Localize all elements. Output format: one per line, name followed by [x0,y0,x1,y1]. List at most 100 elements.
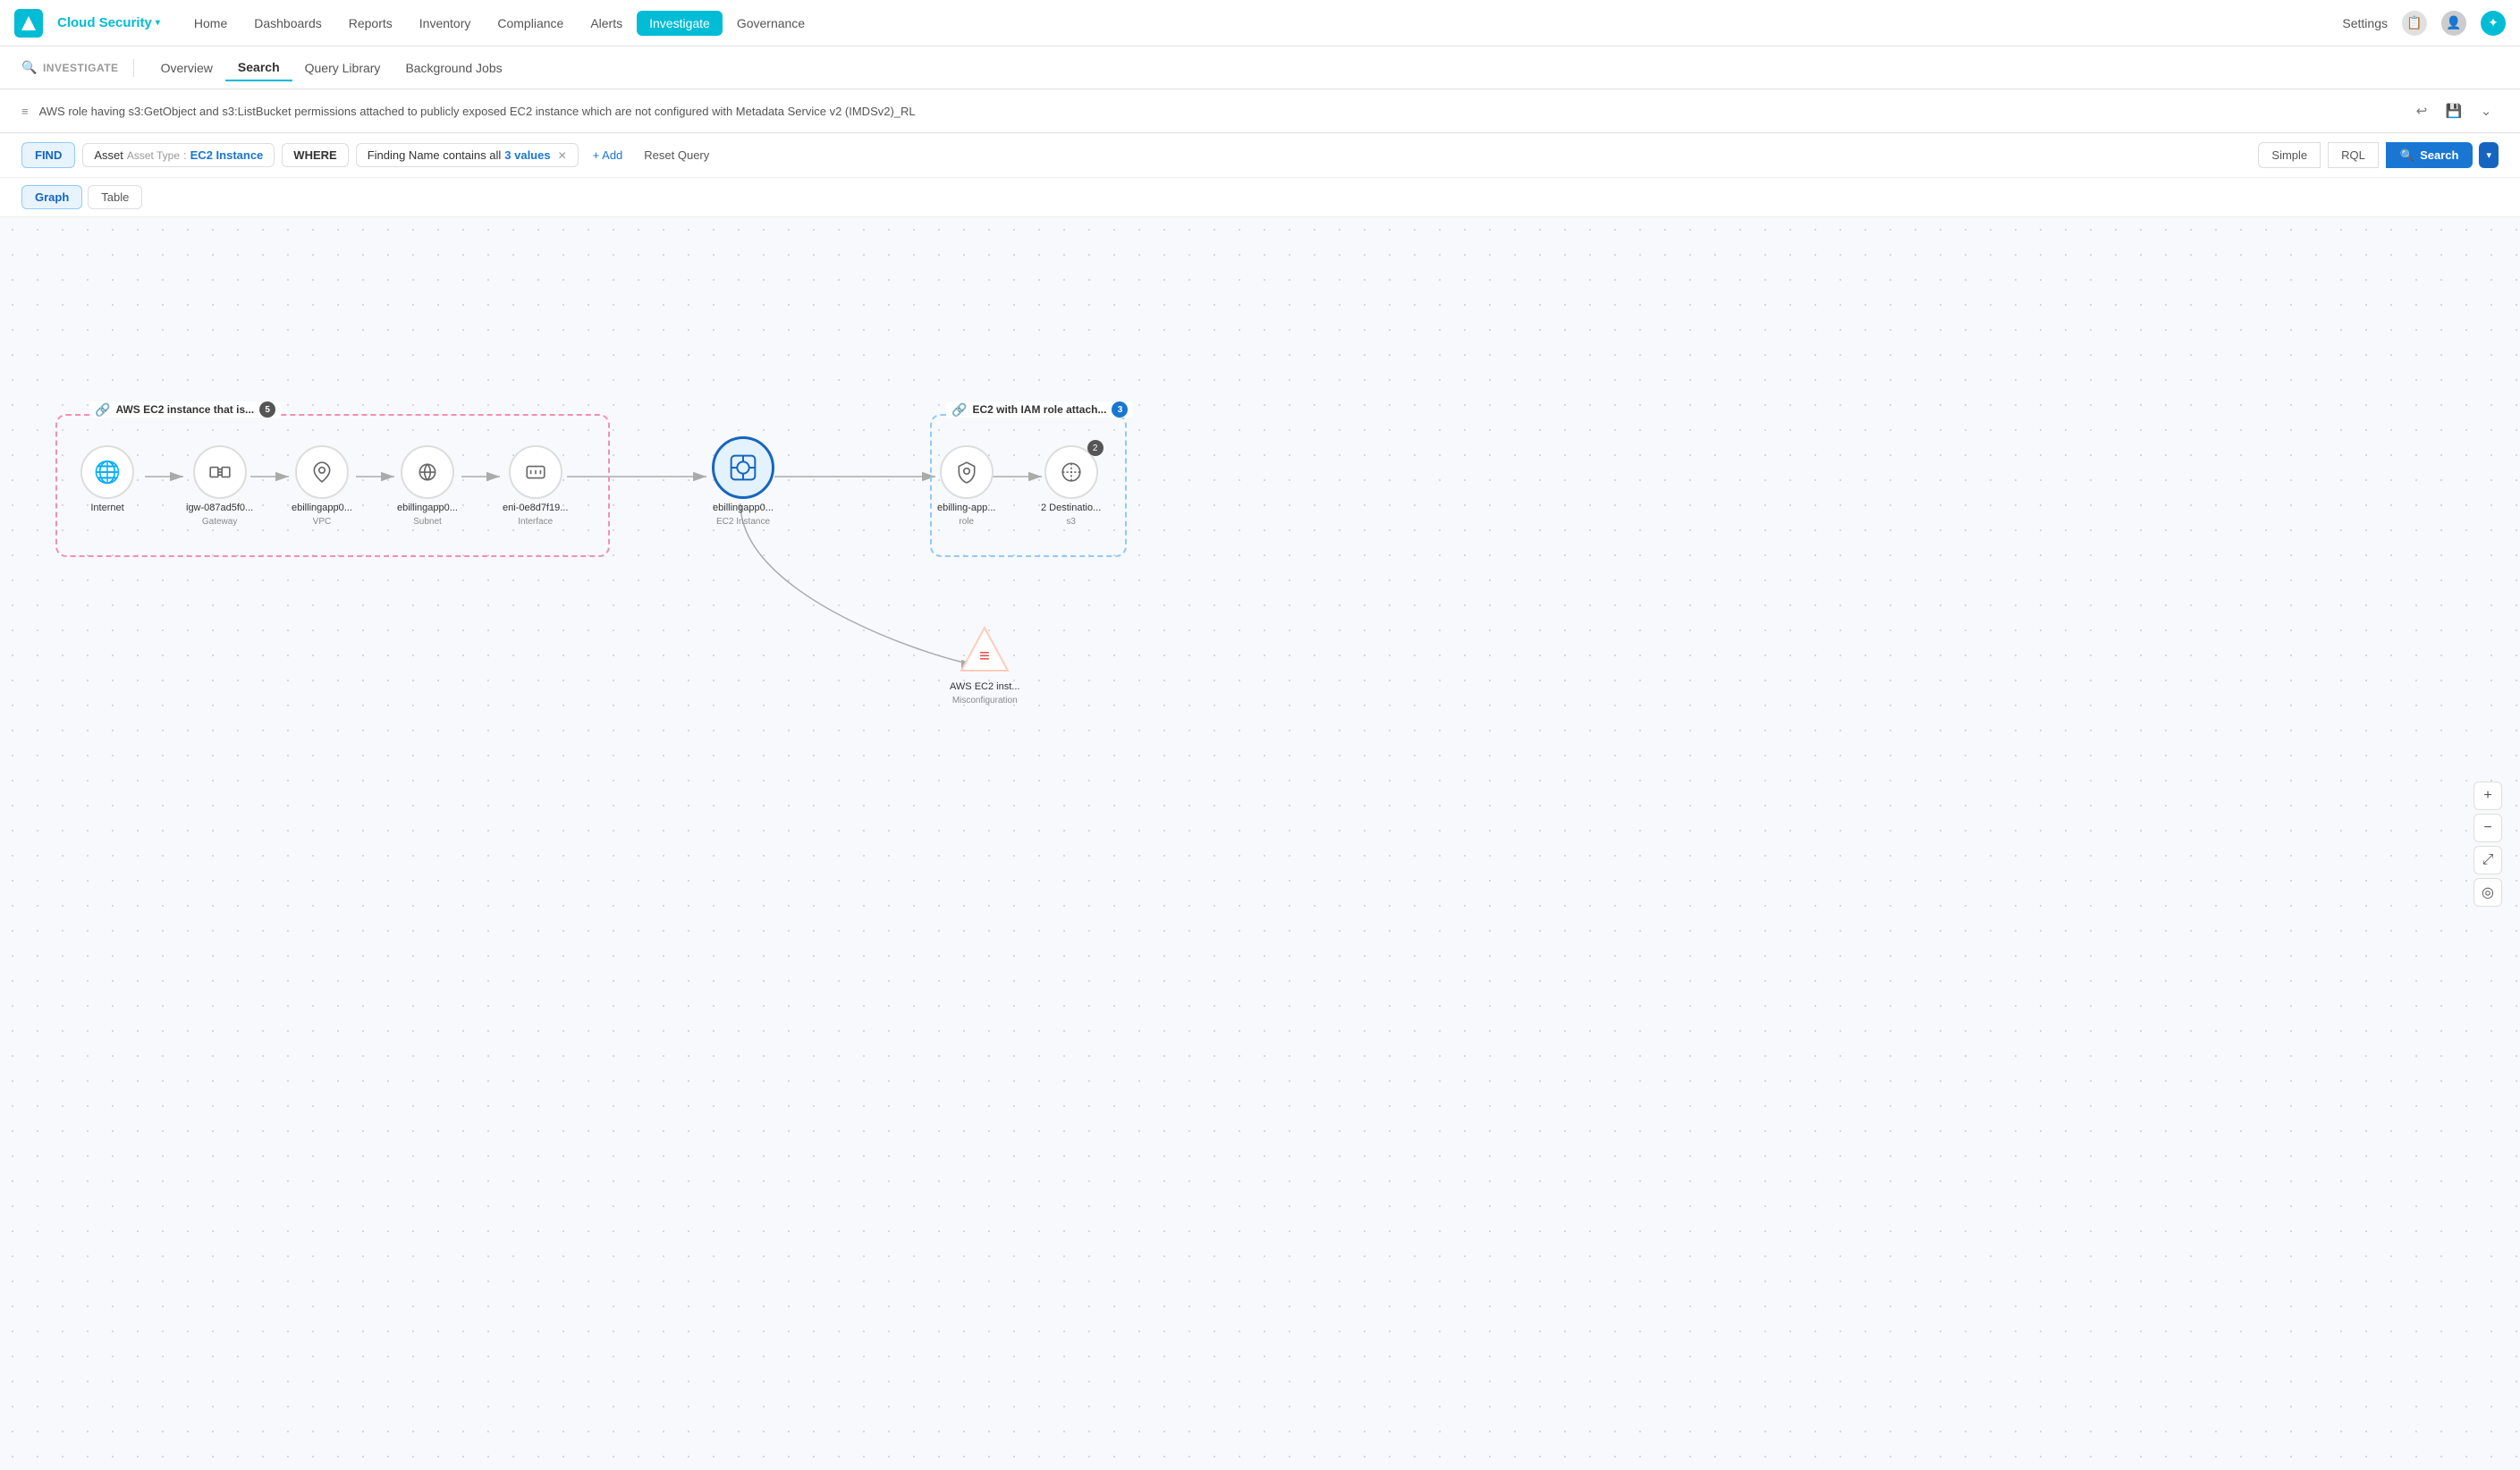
group2-icon: 🔗 [951,402,967,418]
ec2-label: ebillingapp0... [713,503,774,513]
group2-text: EC2 with IAM role attach... [972,403,1106,416]
simple-mode-button[interactable]: Simple [2258,142,2321,168]
sub-nav-overview[interactable]: Overview [148,55,225,80]
values-badge: 3 values [504,148,550,162]
asset-type-value: EC2 Instance [190,148,264,162]
view-toggle-bar: Graph Table [0,178,2520,217]
node-interface[interactable]: eni-0e8d7f19... Interface [503,445,568,527]
s3-count-badge: 2 [1087,440,1104,456]
node-internet[interactable]: 🌐 Internet [80,445,134,513]
assistant-icon[interactable]: ✦ [2481,11,2506,36]
sub-nav-search[interactable]: Search [225,55,292,81]
table-view-button[interactable]: Table [88,185,142,209]
interface-sublabel: Interface [518,517,553,527]
app-logo[interactable] [14,9,43,38]
search-execute-button[interactable]: 🔍 Search [2386,142,2473,168]
vpc-icon-circle [295,445,349,499]
finding-filter-pill[interactable]: Finding Name contains all 3 values ✕ [356,143,579,167]
sub-navigation: 🔍 INVESTIGATE Overview Search Query Libr… [0,46,2520,89]
interface-label: eni-0e8d7f19... [503,503,568,513]
subnet-sublabel: Subnet [413,517,442,527]
graph-view-button[interactable]: Graph [21,185,82,209]
docs-icon[interactable]: 📋 [2402,11,2427,36]
nav-item-compliance[interactable]: Compliance [485,11,576,36]
nav-item-alerts[interactable]: Alerts [578,11,635,36]
query-icon: ≡ [21,105,29,118]
node-s3[interactable]: 2 2 Destinatio... s3 [1041,445,1101,527]
node-role[interactable]: ebilling-app... role [937,445,995,527]
fit-button[interactable]: ⤢ [2473,846,2502,874]
group1-text: AWS EC2 instance that is... [115,403,254,416]
nav-item-home[interactable]: Home [182,11,240,36]
group1-icon: 🔗 [95,402,110,418]
close-filter-icon[interactable]: ✕ [558,149,567,162]
graph-svg-layer [0,217,2520,1470]
subnet-label: ebillingapp0... [397,503,458,513]
asset-pill[interactable]: Asset Asset Type : EC2 Instance [82,143,275,167]
center-button[interactable]: ◎ [2473,878,2502,907]
igw-sublabel: Gateway [202,517,237,527]
group2-badge: 3 [1112,401,1128,418]
where-label: WHERE [282,143,348,167]
triangle-icon: ≡ [958,624,1011,678]
misconfiguration-sublabel: Misconfiguration [952,696,1018,705]
nav-item-governance[interactable]: Governance [724,11,817,36]
node-subnet[interactable]: ebillingapp0... Subnet [397,445,458,527]
node-vpc[interactable]: ebillingapp0... VPC [292,445,352,527]
nav-item-reports[interactable]: Reports [336,11,405,36]
vpc-sublabel: VPC [313,517,332,527]
svg-text:≡: ≡ [979,646,990,666]
zoom-controls: + − ⤢ ◎ [2473,781,2502,907]
s3-label: 2 Destinatio... [1041,503,1101,513]
gateway-icon-circle [193,445,247,499]
settings-link[interactable]: Settings [2342,16,2388,30]
main-content: 🔍 INVESTIGATE Overview Search Query Libr… [0,46,2520,1470]
rql-mode-button[interactable]: RQL [2328,142,2379,168]
find-button[interactable]: FIND [21,142,75,168]
reset-query-button[interactable]: Reset Query [637,144,716,166]
node-misconfiguration[interactable]: ≡ AWS EC2 inst... Misconfiguration [950,624,1019,705]
ec2-icon-circle [712,436,774,499]
nav-item-investigate[interactable]: Investigate [637,11,723,36]
node-gateway[interactable]: igw-087ad5f0... Gateway [186,445,253,527]
app-name[interactable]: Cloud Security ▾ [57,15,160,30]
node-ec2[interactable]: ebillingapp0... EC2 Instance [712,436,774,527]
query-bar: ≡ AWS role having s3:GetObject and s3:Li… [0,89,2520,133]
zoom-in-button[interactable]: + [2473,781,2502,810]
main-nav-items: Home Dashboards Reports Inventory Compli… [182,11,2336,36]
group2-label[interactable]: 🔗 EC2 with IAM role attach... 3 [946,401,1133,418]
search-icon: 🔍 [2400,148,2414,163]
role-icon-circle [940,445,994,499]
top-navigation: Cloud Security ▾ Home Dashboards Reports… [0,0,2520,46]
expand-button[interactable]: ⌄ [2473,98,2499,123]
undo-button[interactable]: ↩ [2409,98,2434,123]
internet-icon-circle: 🌐 [80,445,134,499]
group1-label[interactable]: 🔗 AWS EC2 instance that is... 5 [89,401,281,418]
globe-icon: 🌐 [94,460,121,486]
graph-canvas: 🔗 AWS EC2 instance that is... 5 🔗 EC2 wi… [0,217,2520,1470]
group1-badge: 5 [259,401,275,418]
chevron-down-icon: ▾ [156,18,160,28]
role-label: ebilling-app... [937,503,995,513]
s3-node-wrapper: 2 [1044,445,1098,499]
nav-right-section: Settings 📋 👤 ✦ [2342,11,2506,36]
zoom-out-button[interactable]: − [2473,814,2502,842]
asset-type-label: Asset Type [127,149,180,162]
sub-nav-background-jobs[interactable]: Background Jobs [393,55,514,80]
igw-label: igw-087ad5f0... [186,503,253,513]
sub-nav-divider [133,59,134,77]
save-button[interactable]: 💾 [2441,98,2466,123]
sub-nav-label: 🔍 INVESTIGATE [21,60,119,75]
nav-item-dashboards[interactable]: Dashboards [241,11,334,36]
user-avatar[interactable]: 👤 [2441,11,2466,36]
role-sublabel: role [959,517,974,527]
sub-nav-query-library[interactable]: Query Library [292,55,393,80]
search-controls: Simple RQL 🔍 Search ▾ [2258,142,2499,168]
interface-icon-circle [509,445,562,499]
add-filter-button[interactable]: + Add [586,144,630,166]
query-text: AWS role having s3:GetObject and s3:List… [39,105,2402,118]
search-dropdown-button[interactable]: ▾ [2479,142,2499,168]
vpc-label: ebillingapp0... [292,503,352,513]
nav-item-inventory[interactable]: Inventory [407,11,484,36]
query-bar-actions: ↩ 💾 ⌄ [2409,98,2499,123]
